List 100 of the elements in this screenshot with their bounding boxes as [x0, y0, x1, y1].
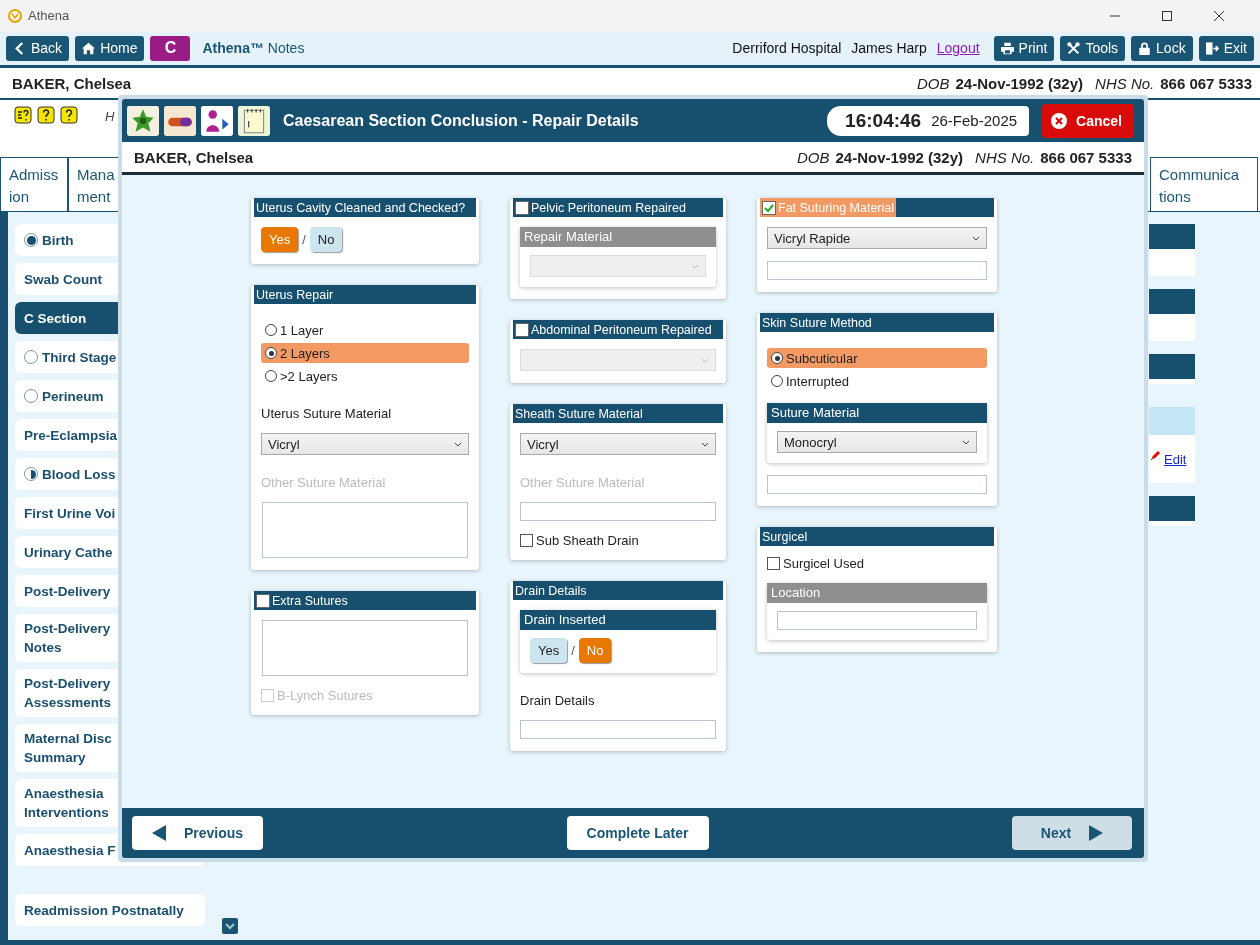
- complete-later-button[interactable]: Complete Later: [566, 816, 709, 850]
- text-field[interactable]: [520, 502, 716, 521]
- list-help-icon[interactable]: [14, 106, 32, 124]
- nav-button[interactable]: Back: [6, 35, 70, 61]
- card-title: Drain Details: [515, 583, 587, 598]
- panel-body: [1149, 521, 1195, 526]
- text-field[interactable]: [777, 611, 977, 630]
- field-label: Drain Details: [520, 692, 596, 708]
- dropdown[interactable]: Monocryl: [777, 431, 977, 453]
- sub-card-header: Drain Inserted: [520, 610, 716, 630]
- close-icon[interactable]: [1214, 10, 1224, 21]
- card-title: Uterus Repair: [256, 287, 334, 302]
- dob-value: 24-Nov-1992 (32y): [955, 74, 1084, 92]
- nhs-value: 866 067 5333: [1160, 74, 1252, 92]
- checkbox[interactable]: [515, 322, 529, 337]
- radio-option[interactable]: >2 Layers: [261, 366, 469, 386]
- panel-header: [1149, 407, 1195, 435]
- dob-label: DOB: [916, 74, 950, 92]
- edit-link[interactable]: Edit: [1164, 451, 1187, 467]
- toolbar-button[interactable]: Print: [993, 35, 1055, 61]
- patient-name: BAKER, Chelsea: [12, 74, 132, 92]
- nhs-value: 866 067 5333: [1040, 148, 1132, 166]
- previous-button[interactable]: Previous: [132, 816, 264, 850]
- toolbar-button[interactable]: Tools: [1060, 35, 1126, 61]
- logo-icon: [8, 8, 22, 23]
- capsule-icon[interactable]: [164, 105, 196, 136]
- dropdown[interactable]: Vicryl Rapide: [767, 227, 987, 249]
- toolbar-button[interactable]: Lock: [1131, 35, 1193, 61]
- card-title: Surgicel: [762, 529, 808, 544]
- checkbox[interactable]: [515, 200, 529, 215]
- field-label: Other Suture Material: [520, 474, 646, 490]
- patient-name: BAKER, Chelsea: [134, 148, 254, 166]
- nhs-label: NHS No.: [975, 148, 1035, 166]
- exit-icon: [1205, 41, 1219, 55]
- card-title: Fat Suturing Material: [778, 200, 895, 215]
- maximize-icon[interactable]: [1162, 10, 1172, 21]
- checkbox-option[interactable]: Sub Sheath Drain: [520, 533, 716, 548]
- tab[interactable]: Admiss ion: [0, 157, 68, 211]
- lock-icon: [1138, 41, 1152, 55]
- tab[interactable]: Communica tions: [1150, 157, 1258, 211]
- app-badge[interactable]: C: [150, 35, 191, 61]
- hint-text: H: [105, 109, 115, 124]
- tools-icon: [1067, 41, 1081, 55]
- cancel-button[interactable]: Cancel: [1042, 103, 1134, 138]
- toolbar-button[interactable]: Exit: [1198, 35, 1254, 61]
- checkbox[interactable]: [762, 200, 776, 215]
- date-text: 26-Feb-2025: [931, 112, 1018, 129]
- panel-body: [1149, 249, 1195, 276]
- panel-body: [1149, 379, 1195, 384]
- field-label: Other Suture Material: [261, 474, 387, 490]
- printer-icon: [1000, 41, 1014, 55]
- text-field[interactable]: [767, 475, 987, 494]
- text-field[interactable]: [767, 261, 987, 280]
- field-label: Uterus Suture Material: [261, 405, 393, 421]
- sub-card-header: Suture Material: [767, 403, 987, 423]
- panel-header: [1149, 496, 1195, 521]
- radio-option[interactable]: Subcuticular: [767, 348, 987, 368]
- nav-button[interactable]: Home: [75, 35, 145, 61]
- app-title: Athena™ Notes: [202, 40, 305, 56]
- caret-icon: [454, 441, 462, 447]
- toggle-button[interactable]: No: [309, 227, 343, 252]
- help-icon[interactable]: [60, 106, 78, 124]
- radio-option[interactable]: 1 Layer: [261, 320, 469, 340]
- dialog-title: Caesarean Section Conclusion - Repair Details: [283, 111, 639, 130]
- caret-icon: [962, 439, 970, 445]
- dropdown[interactable]: Vicryl: [261, 433, 469, 455]
- notepad-icon[interactable]: [238, 105, 270, 136]
- card-title: Pelvic Peritoneum Repaired: [531, 200, 686, 215]
- chevron-left-icon: [13, 41, 26, 55]
- radio-option[interactable]: Interrupted: [767, 371, 987, 391]
- flower-icon[interactable]: [127, 105, 159, 136]
- dropdown[interactable]: Vicryl: [520, 433, 716, 455]
- dob-value: 24-Nov-1992 (32y): [835, 148, 964, 166]
- card-title: Uterus Cavity Cleaned and Checked?: [256, 200, 466, 215]
- close-icon: [1050, 111, 1069, 130]
- card-title: Abdominal Peritoneum Repaired: [531, 322, 712, 337]
- checkbox[interactable]: [256, 593, 270, 608]
- hospital-name: Derriford Hospital: [732, 40, 842, 56]
- home-icon: [82, 41, 96, 55]
- user-name: James Harp: [851, 40, 927, 56]
- checkbox-option[interactable]: Surgicel Used: [767, 556, 987, 571]
- caret-icon: [701, 357, 709, 363]
- sidebar-item[interactable]: Readmission Postnatally: [15, 894, 205, 926]
- triangle-right-icon: [1089, 825, 1104, 841]
- text-field[interactable]: [520, 720, 716, 739]
- separator-slash: /: [302, 232, 306, 247]
- triangle-left-icon: [152, 825, 166, 841]
- time-text: 16:04:46: [845, 109, 922, 132]
- panel-header: [1149, 289, 1195, 314]
- panel-body: [1149, 314, 1195, 341]
- panel-header: [1149, 224, 1195, 249]
- nhs-label: NHS No.: [1095, 74, 1155, 92]
- radio-option[interactable]: 2 Layers: [261, 343, 469, 363]
- toggle-button[interactable]: Yes: [530, 638, 568, 663]
- pencil-icon: [1151, 450, 1161, 460]
- logout-link[interactable]: Logout: [936, 40, 980, 56]
- scroll-down-icon[interactable]: [222, 918, 238, 934]
- card-title: Extra Sutures: [272, 593, 348, 608]
- help-icon[interactable]: [37, 106, 55, 124]
- window-title: Athena: [28, 8, 70, 23]
